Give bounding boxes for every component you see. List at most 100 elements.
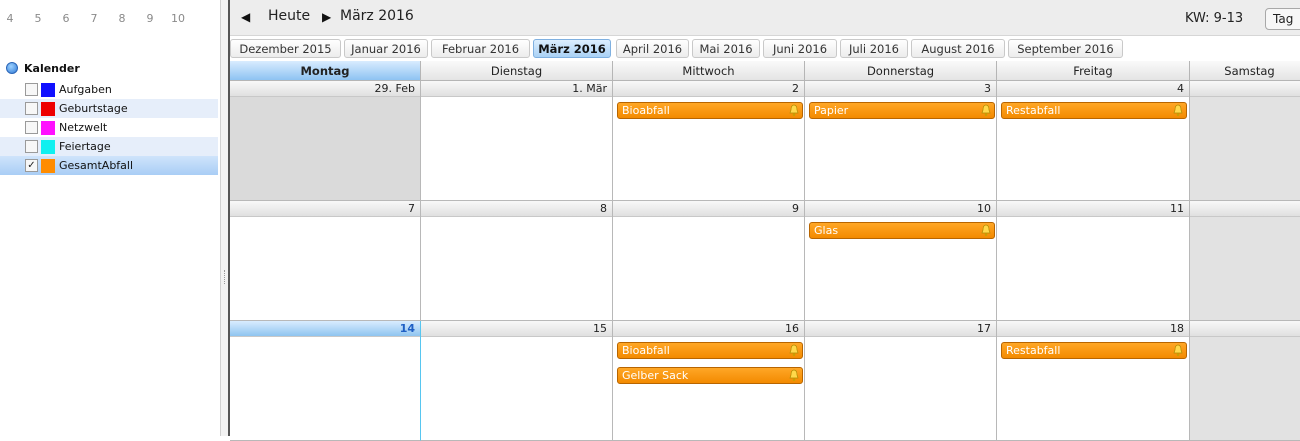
day-cell[interactable]: 18 bbox=[997, 321, 1190, 441]
reminder-bell-icon bbox=[1173, 104, 1183, 117]
day-number[interactable]: 3 bbox=[805, 81, 996, 97]
event-bioabfall[interactable]: Bioabfall bbox=[617, 102, 803, 119]
event-papier[interactable]: Papier bbox=[809, 102, 995, 119]
event-title: Restabfall bbox=[1006, 104, 1061, 117]
mini-calendar-day[interactable]: 5 bbox=[28, 12, 48, 25]
calendar-item-aufgaben[interactable]: Aufgaben bbox=[0, 80, 218, 99]
day-number[interactable]: 18 bbox=[997, 321, 1189, 337]
day-cell[interactable]: 8 bbox=[421, 201, 613, 321]
day-cell[interactable]: 29. Feb bbox=[230, 81, 421, 201]
weekday-header-mittwoch: Mittwoch bbox=[613, 61, 805, 81]
calendar-item-geburtstage[interactable]: Geburtstage bbox=[0, 99, 218, 118]
day-cell[interactable]: 1. Mär bbox=[421, 81, 613, 201]
day-view-button[interactable]: Tag bbox=[1265, 8, 1300, 30]
color-swatch bbox=[41, 139, 55, 154]
refresh-icon[interactable] bbox=[6, 62, 18, 74]
month-grid: Montag Dienstag Mittwoch Donnerstag Freitag S… bbox=[230, 61, 1300, 441]
calendar-checkbox[interactable] bbox=[25, 121, 38, 134]
calendar-checkbox[interactable] bbox=[25, 83, 38, 96]
day-number[interactable]: 14 bbox=[230, 321, 420, 337]
tab-februar-2016[interactable]: Februar 2016 bbox=[431, 39, 530, 58]
pane-splitter[interactable] bbox=[220, 0, 230, 436]
day-number[interactable]: 2 bbox=[613, 81, 804, 97]
day-number[interactable] bbox=[1190, 201, 1300, 217]
tab-august-2016[interactable]: August 2016 bbox=[911, 39, 1005, 58]
mini-calendar-week: 4 5 6 7 8 9 10 bbox=[0, 12, 218, 28]
calendar-item-gesamtabfall[interactable]: ✓ GesamtAbfall bbox=[0, 156, 218, 175]
event-restabfall[interactable]: Restabfall bbox=[1001, 342, 1187, 359]
day-number[interactable]: 9 bbox=[613, 201, 804, 217]
day-cell[interactable]: 14 bbox=[230, 321, 421, 441]
splitter-grip-icon[interactable] bbox=[224, 270, 226, 284]
day-cell[interactable]: 9 bbox=[613, 201, 805, 321]
event-title: Bioabfall bbox=[622, 344, 670, 357]
day-cell[interactable]: 11 bbox=[997, 201, 1190, 321]
event-restabfall[interactable]: Restabfall bbox=[1001, 102, 1187, 119]
current-month-title: März 2016 bbox=[340, 8, 414, 24]
tab-maerz-2016[interactable]: März 2016 bbox=[533, 39, 611, 58]
tab-juni-2016[interactable]: Juni 2016 bbox=[763, 39, 837, 58]
event-title: Gelber Sack bbox=[622, 369, 689, 382]
day-cell[interactable]: 7 bbox=[230, 201, 421, 321]
calendar-checkbox[interactable] bbox=[25, 102, 38, 115]
day-cell[interactable] bbox=[1190, 81, 1300, 201]
day-number[interactable]: 1. Mär bbox=[421, 81, 612, 97]
reminder-bell-icon bbox=[789, 344, 799, 357]
calendar-item-label: Geburtstage bbox=[59, 102, 128, 115]
tab-juli-2016[interactable]: Juli 2016 bbox=[840, 39, 908, 58]
tab-dezember-2015[interactable]: Dezember 2015 bbox=[230, 39, 341, 58]
mini-calendar-day[interactable]: 10 bbox=[168, 12, 188, 25]
calendar-checkbox[interactable]: ✓ bbox=[25, 159, 38, 172]
calendar-item-netzwelt[interactable]: Netzwelt bbox=[0, 118, 218, 137]
day-cell[interactable]: 15 bbox=[421, 321, 613, 441]
day-number[interactable]: 17 bbox=[805, 321, 996, 337]
event-glas[interactable]: Glas bbox=[809, 222, 995, 239]
mini-calendar-day[interactable]: 9 bbox=[140, 12, 160, 25]
reminder-bell-icon bbox=[789, 104, 799, 117]
day-number[interactable]: 7 bbox=[230, 201, 420, 217]
day-cell[interactable] bbox=[1190, 201, 1300, 321]
reminder-bell-icon bbox=[1173, 344, 1183, 357]
day-cell[interactable]: 17 bbox=[805, 321, 997, 441]
day-number[interactable] bbox=[1190, 81, 1300, 97]
day-number[interactable]: 10 bbox=[805, 201, 996, 217]
calendar-item-label: GesamtAbfall bbox=[59, 159, 134, 172]
calendar-item-label: Feiertage bbox=[59, 140, 111, 153]
calendar-checkbox[interactable] bbox=[25, 140, 38, 153]
day-cell[interactable]: 4 bbox=[997, 81, 1190, 201]
day-number[interactable]: 15 bbox=[421, 321, 612, 337]
day-number[interactable]: 8 bbox=[421, 201, 612, 217]
next-month-button[interactable]: ▶ bbox=[322, 10, 331, 24]
tab-mai-2016[interactable]: Mai 2016 bbox=[692, 39, 760, 58]
day-cell[interactable]: 3 bbox=[805, 81, 997, 201]
previous-month-button[interactable]: ◀ bbox=[241, 10, 250, 24]
calendar-list: Aufgaben Geburtstage Netzwelt Feiertage … bbox=[0, 80, 218, 175]
today-button[interactable]: Heute bbox=[268, 8, 310, 24]
event-title: Restabfall bbox=[1006, 344, 1061, 357]
day-number[interactable]: 4 bbox=[997, 81, 1189, 97]
day-number[interactable]: 29. Feb bbox=[230, 81, 420, 97]
weekday-header-freitag: Freitag bbox=[997, 61, 1190, 81]
tab-september-2016[interactable]: September 2016 bbox=[1008, 39, 1123, 58]
mini-calendar-day[interactable]: 4 bbox=[0, 12, 20, 25]
day-number[interactable]: 16 bbox=[613, 321, 804, 337]
weekday-header-donnerstag: Donnerstag bbox=[805, 61, 997, 81]
day-cell[interactable] bbox=[1190, 321, 1300, 441]
day-number[interactable] bbox=[1190, 321, 1300, 337]
weekday-header-montag: Montag bbox=[230, 61, 421, 81]
day-cell[interactable]: 10 bbox=[805, 201, 997, 321]
calendar-item-feiertage[interactable]: Feiertage bbox=[0, 137, 218, 156]
tab-januar-2016[interactable]: Januar 2016 bbox=[344, 39, 428, 58]
event-bioabfall[interactable]: Bioabfall bbox=[617, 342, 803, 359]
day-cell[interactable]: 2 bbox=[613, 81, 805, 201]
mini-calendar-day[interactable]: 6 bbox=[56, 12, 76, 25]
mini-calendar-day[interactable]: 8 bbox=[112, 12, 132, 25]
reminder-bell-icon bbox=[981, 104, 991, 117]
color-swatch bbox=[41, 158, 55, 173]
event-gelber-sack[interactable]: Gelber Sack bbox=[617, 367, 803, 384]
day-number[interactable]: 11 bbox=[997, 201, 1189, 217]
mini-calendar-day[interactable]: 7 bbox=[84, 12, 104, 25]
tab-april-2016[interactable]: April 2016 bbox=[616, 39, 689, 58]
color-swatch bbox=[41, 120, 55, 135]
weekday-header-samstag: Samstag bbox=[1190, 61, 1300, 81]
